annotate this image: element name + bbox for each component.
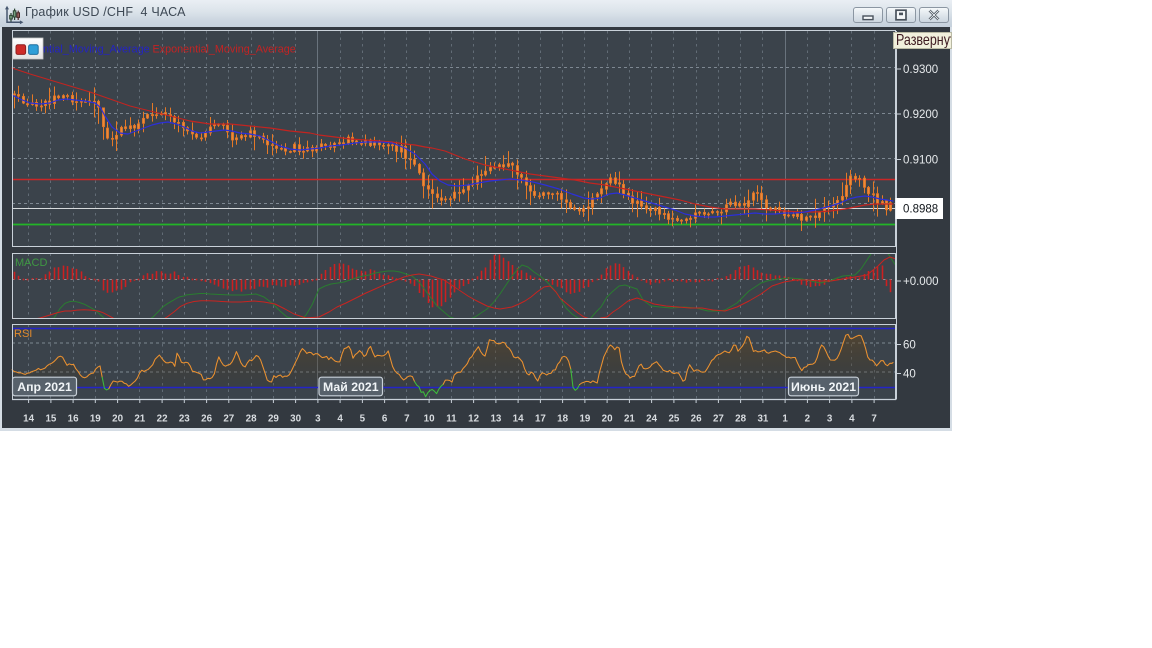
svg-text:17: 17 xyxy=(535,414,546,425)
svg-text:40: 40 xyxy=(903,369,916,381)
svg-text:31: 31 xyxy=(757,414,768,425)
svg-text:28: 28 xyxy=(246,414,257,425)
svg-text:27: 27 xyxy=(223,414,234,425)
svg-text:10: 10 xyxy=(424,414,435,425)
svg-text:7: 7 xyxy=(404,414,410,425)
svg-text:30: 30 xyxy=(290,414,301,425)
svg-text:28: 28 xyxy=(735,414,746,425)
svg-text:26: 26 xyxy=(201,414,212,425)
svg-text:RSI: RSI xyxy=(14,328,32,340)
svg-text:25: 25 xyxy=(668,414,679,425)
svg-text:4: 4 xyxy=(337,414,343,425)
svg-text:20: 20 xyxy=(602,414,613,425)
svg-text:21: 21 xyxy=(134,414,145,425)
svg-text:24: 24 xyxy=(646,414,657,425)
svg-text:Exponential_Moving_Average: Exponential_Moving_Average xyxy=(153,44,296,56)
svg-text:19: 19 xyxy=(90,414,101,425)
svg-text:5: 5 xyxy=(360,414,366,425)
svg-text:26: 26 xyxy=(691,414,702,425)
svg-text:Май 2021: Май 2021 xyxy=(323,380,379,394)
svg-text:3: 3 xyxy=(827,414,833,425)
svg-text:1: 1 xyxy=(782,414,788,425)
svg-text:11: 11 xyxy=(446,414,457,425)
svg-text:4: 4 xyxy=(849,414,855,425)
svg-text:Апр 2021: Апр 2021 xyxy=(17,380,72,394)
svg-text:13: 13 xyxy=(490,414,501,425)
svg-text:12: 12 xyxy=(468,414,479,425)
svg-text:60: 60 xyxy=(903,340,916,352)
svg-text:0.9300: 0.9300 xyxy=(903,64,938,76)
svg-text:Июнь 2021: Июнь 2021 xyxy=(791,380,856,394)
svg-text:27: 27 xyxy=(713,414,724,425)
svg-text:21: 21 xyxy=(624,414,635,425)
svg-text:23: 23 xyxy=(179,414,190,425)
svg-text:19: 19 xyxy=(579,414,590,425)
svg-text:ntial_Moving_Average: ntial_Moving_Average xyxy=(43,44,150,56)
svg-text:6: 6 xyxy=(382,414,388,425)
svg-text:+0.000: +0.000 xyxy=(903,276,939,288)
svg-text:7: 7 xyxy=(871,414,877,425)
svg-text:15: 15 xyxy=(45,414,56,425)
svg-text:18: 18 xyxy=(557,414,568,425)
svg-text:14: 14 xyxy=(23,414,34,425)
svg-text:3: 3 xyxy=(315,414,321,425)
svg-text:2: 2 xyxy=(805,414,811,425)
svg-text:16: 16 xyxy=(68,414,79,425)
svg-text:MACD: MACD xyxy=(15,257,47,269)
svg-text:22: 22 xyxy=(157,414,168,425)
svg-text:0.9200: 0.9200 xyxy=(903,109,938,121)
svg-text:14: 14 xyxy=(513,414,524,425)
svg-text:0.8988: 0.8988 xyxy=(903,204,938,216)
svg-text:29: 29 xyxy=(268,414,279,425)
svg-text:20: 20 xyxy=(112,414,123,425)
svg-text:0.9100: 0.9100 xyxy=(903,155,938,167)
